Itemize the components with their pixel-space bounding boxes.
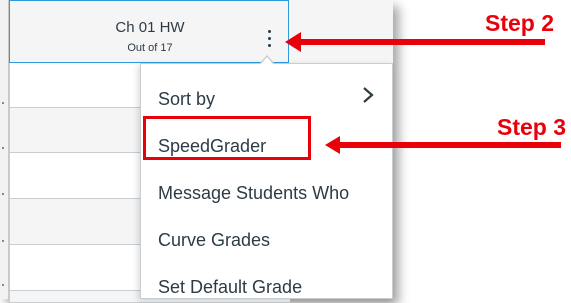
speedgrader-highlight-box: [143, 116, 311, 160]
chevron-right-icon: [363, 87, 374, 103]
ellipsis-dot: [2, 147, 4, 149]
assignment-title: Ch 01 HW: [115, 19, 185, 36]
menu-item-curve-grades[interactable]: Curve Grades: [158, 230, 270, 251]
student-column-edge: [0, 0, 9, 299]
ellipsis-dot: [2, 240, 4, 242]
assignment-column-header[interactable]: Ch 01 HW Out of 17: [9, 0, 289, 63]
ellipsis-dot: [2, 102, 4, 104]
points-possible: Out of 17: [127, 42, 173, 54]
menu-item-sort-by[interactable]: Sort by: [158, 89, 215, 110]
menu-item-set-default-grade[interactable]: Set Default Grade: [158, 277, 302, 298]
menu-item-message-students[interactable]: Message Students Who: [158, 183, 349, 204]
menu-caret-fill: [260, 57, 274, 65]
ellipsis-dot: [2, 284, 4, 286]
ellipsis-dot: [2, 193, 4, 195]
step-2-label: Step 2: [485, 10, 555, 36]
column-options-menu: Sort by SpeedGrader Message Students Who…: [140, 63, 393, 299]
kebab-icon[interactable]: [265, 28, 275, 50]
step-3-label: Step 3: [497, 114, 567, 140]
